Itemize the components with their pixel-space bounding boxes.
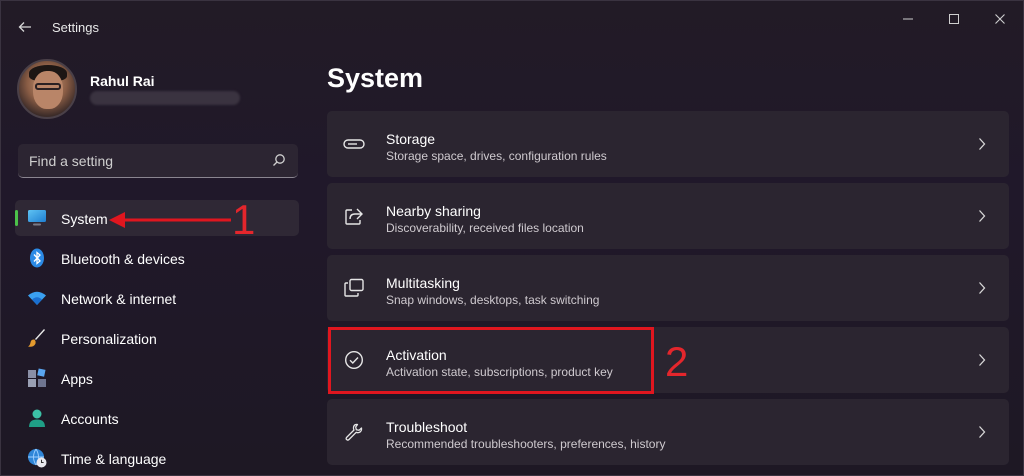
bluetooth-icon [27, 248, 47, 268]
sidebar-nav: System Bluetooth & devices Network & int… [15, 200, 299, 475]
maximize-button[interactable] [931, 1, 977, 37]
search-box[interactable] [18, 144, 298, 178]
multitasking-card[interactable]: Multitasking Snap windows, desktops, tas… [327, 255, 1009, 321]
sidebar-item-label: Time & language [61, 451, 167, 467]
multitasking-icon [343, 277, 365, 299]
page-title: System [327, 63, 424, 93]
share-icon [343, 205, 365, 227]
sidebar-item-label: Bluetooth & devices [61, 251, 185, 267]
window-controls [885, 1, 1023, 37]
globe-clock-icon [27, 448, 47, 468]
annotation-arrow-icon [109, 212, 231, 228]
search-input[interactable] [18, 144, 258, 177]
app-title: Settings [52, 20, 99, 35]
wrench-icon [343, 421, 365, 443]
wifi-icon [27, 288, 47, 308]
close-icon [995, 14, 1005, 24]
annotation-step-2: 2 [665, 338, 689, 385]
card-subtitle: Recommended troubleshooters, preferences… [386, 437, 666, 451]
card-title: Multitasking [386, 275, 460, 291]
minimize-icon [903, 18, 913, 20]
settings-card-list: Storage Storage space, drives, configura… [327, 111, 1009, 471]
chevron-right-icon [975, 135, 989, 153]
maximize-icon [949, 14, 959, 24]
sidebar-item-personalization[interactable]: Personalization [15, 320, 299, 356]
card-subtitle: Storage space, drives, configuration rul… [386, 149, 607, 163]
minimize-button[interactable] [885, 1, 931, 37]
sidebar-item-label: System [61, 211, 108, 227]
chevron-right-icon [975, 207, 989, 225]
sidebar-item-label: Network & internet [61, 291, 177, 307]
user-email-redacted [90, 91, 240, 105]
back-button[interactable] [15, 17, 35, 37]
storage-icon [343, 133, 365, 155]
chevron-right-icon [975, 279, 989, 297]
card-title: Storage [386, 131, 436, 147]
annotation-highlight-box [328, 327, 654, 394]
user-name: Rahul Rai [90, 73, 155, 89]
avatar [17, 59, 77, 119]
sidebar-item-label: Accounts [61, 411, 119, 427]
monitor-icon [27, 208, 47, 228]
card-subtitle: Discoverability, received files location [386, 221, 584, 235]
troubleshoot-card[interactable]: Troubleshoot Recommended troubleshooters… [327, 399, 1009, 465]
brush-icon [27, 328, 47, 348]
search-icon [273, 154, 285, 166]
accounts-icon [27, 408, 47, 428]
sidebar-item-apps[interactable]: Apps [15, 360, 299, 396]
storage-card[interactable]: Storage Storage space, drives, configura… [327, 111, 1009, 177]
annotation-step-1: 1 [232, 196, 256, 243]
card-title: Troubleshoot [386, 419, 468, 435]
back-arrow-icon [18, 22, 31, 32]
sidebar-item-network[interactable]: Network & internet [15, 280, 299, 316]
sidebar-item-time-language[interactable]: Time & language [15, 440, 299, 475]
sidebar-item-bluetooth[interactable]: Bluetooth & devices [15, 240, 299, 276]
sidebar-item-label: Apps [61, 371, 93, 387]
card-subtitle: Snap windows, desktops, task switching [386, 293, 600, 307]
sidebar-item-accounts[interactable]: Accounts [15, 400, 299, 436]
nearby-sharing-card[interactable]: Nearby sharing Discoverability, received… [327, 183, 1009, 249]
settings-window: Settings Rahul Rai Find a setting System… [0, 0, 1024, 476]
sidebar-item-label: Personalization [61, 331, 157, 347]
chevron-right-icon [975, 423, 989, 441]
close-button[interactable] [977, 1, 1023, 37]
apps-icon [27, 368, 47, 388]
chevron-right-icon [975, 351, 989, 369]
card-title: Nearby sharing [386, 203, 481, 219]
title-bar: Settings [1, 1, 1023, 47]
